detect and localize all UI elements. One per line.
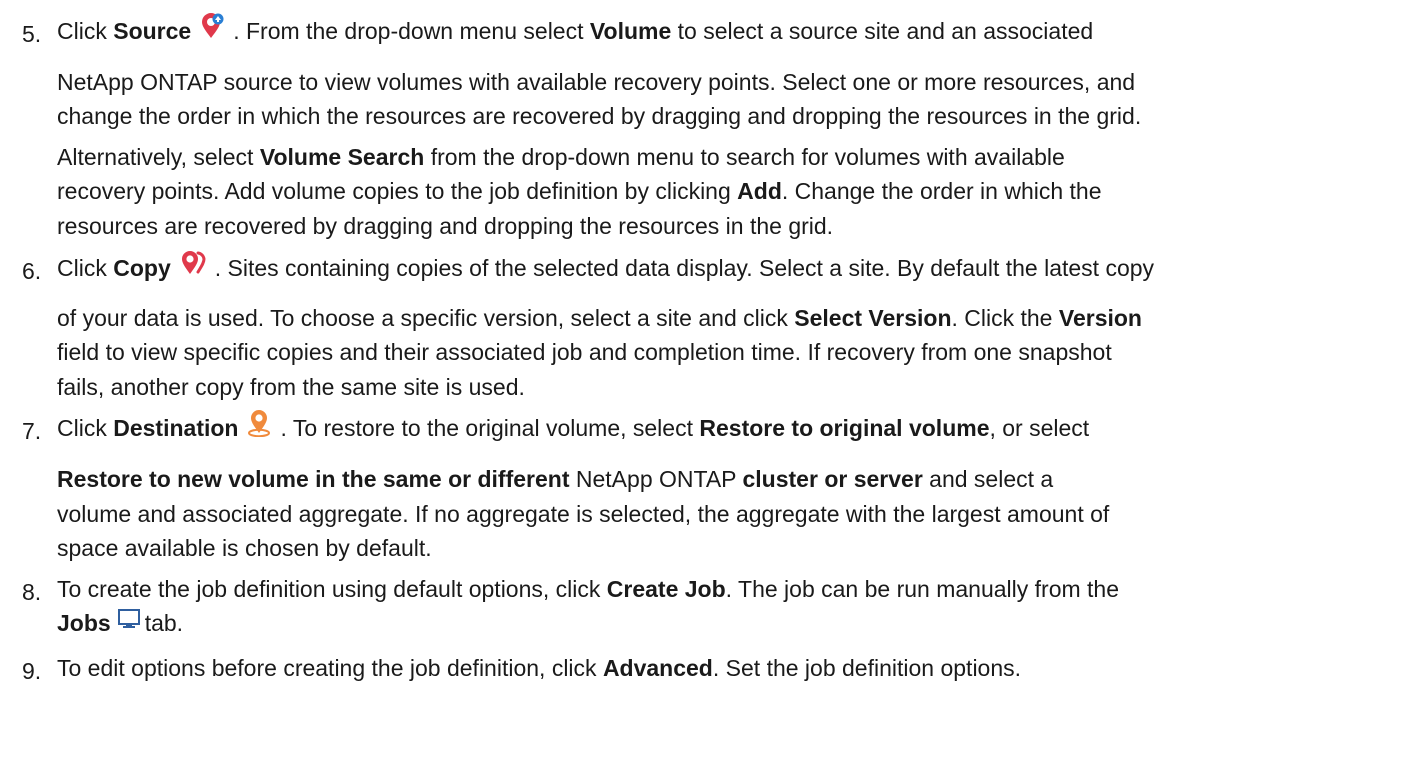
step-number: 6. bbox=[22, 258, 42, 284]
step-number: 8. bbox=[22, 579, 42, 605]
text-run: . Sites containing copies of the selecte… bbox=[214, 255, 1155, 281]
document: 5. Click Source . From the drop-down menu … bbox=[0, 0, 1401, 781]
text-line: of your data is used. To choose a specif… bbox=[57, 302, 1142, 334]
step-number: 9. bbox=[22, 658, 42, 684]
text-line: Restore to new volume in the same or dif… bbox=[57, 463, 1053, 495]
text-run: resources are recovered by dragging and … bbox=[57, 213, 834, 239]
text-run: . To restore to the original volume, sel… bbox=[280, 415, 700, 442]
text-run: of your data is used. To choose a specif… bbox=[57, 305, 795, 331]
bold-term: Destination bbox=[113, 415, 239, 442]
bold-term: Volume bbox=[589, 18, 672, 44]
text-run: and select a bbox=[922, 466, 1054, 492]
text-run: Alternatively, select bbox=[57, 144, 260, 170]
bold-term: cluster or server bbox=[742, 466, 923, 492]
text-run: To edit options before creating the job … bbox=[57, 655, 603, 681]
text-run: . Click the bbox=[951, 305, 1059, 331]
text-run: . Change the order in which the bbox=[781, 178, 1102, 204]
text-run: recovery points. Add volume copies to th… bbox=[57, 178, 738, 204]
bold-term: Create Job bbox=[606, 576, 726, 602]
text-run: NetApp ONTAP source to view volumes with… bbox=[57, 69, 1136, 95]
text-line: resources are recovered by dragging and … bbox=[57, 210, 833, 242]
text-line: Click Copy . Sites containing copies of t… bbox=[57, 250, 1155, 287]
monitor-icon bbox=[117, 606, 141, 638]
text-run: volume and associated aggregate. If no a… bbox=[57, 501, 1110, 527]
text-run: To create the job definition using defau… bbox=[57, 576, 607, 602]
text-line: To create the job definition using defau… bbox=[57, 573, 1119, 605]
copy-pin-icon bbox=[179, 250, 207, 284]
step-number: 7. bbox=[22, 418, 42, 444]
text-run: fails, another copy from the same site i… bbox=[57, 374, 525, 400]
destination-pin-icon bbox=[246, 409, 272, 445]
bold-term: Advanced bbox=[602, 655, 713, 681]
text-line: Jobs tab. bbox=[57, 607, 183, 641]
text-run: change the order in which the resources … bbox=[57, 103, 1142, 129]
text-line: NetApp ONTAP source to view volumes with… bbox=[57, 66, 1135, 98]
bold-term: Copy bbox=[113, 255, 171, 281]
bold-term: Restore to original volume bbox=[699, 415, 990, 442]
bold-term: Volume Search bbox=[259, 144, 425, 170]
text-line: field to view specific copies and their … bbox=[57, 336, 1112, 368]
text-line: recovery points. Add volume copies to th… bbox=[57, 175, 1102, 207]
source-pin-icon bbox=[199, 12, 225, 47]
text-run: tab. bbox=[144, 610, 184, 636]
bold-term: Version bbox=[1058, 305, 1142, 331]
text-run: space available is chosen by default. bbox=[57, 535, 432, 561]
bold-term: Add bbox=[737, 178, 782, 204]
text-run: from the drop-down menu to search for vo… bbox=[424, 144, 1065, 170]
text-run: to select a source site and an associate… bbox=[671, 18, 1094, 44]
bold-term: Select Version bbox=[794, 305, 952, 331]
text-line: fails, another copy from the same site i… bbox=[57, 371, 525, 403]
bold-term: Restore to new volume in the same or dif… bbox=[57, 466, 570, 492]
bold-term: Jobs bbox=[57, 610, 111, 636]
text-run: . From the drop-down menu select bbox=[233, 18, 590, 44]
text-run: NetApp ONTAP bbox=[569, 466, 743, 492]
text-line: To edit options before creating the job … bbox=[57, 652, 1021, 684]
text-line: volume and associated aggregate. If no a… bbox=[57, 498, 1109, 530]
text-run: , or select bbox=[989, 415, 1090, 442]
text-run: . The job can be run manually from the bbox=[725, 576, 1120, 602]
text-line: Alternatively, select Volume Search from… bbox=[57, 141, 1065, 173]
text-line: Click Destination . To restore to the ori… bbox=[57, 409, 1090, 448]
bold-term: Source bbox=[113, 18, 192, 44]
text-line: change the order in which the resources … bbox=[57, 100, 1141, 132]
step-number: 5. bbox=[22, 21, 42, 47]
text-run: Click bbox=[57, 415, 114, 442]
text-run: Click bbox=[57, 18, 114, 44]
text-line: space available is chosen by default. bbox=[57, 532, 432, 564]
text-run: field to view specific copies and their … bbox=[57, 339, 1112, 365]
text-run: Click bbox=[57, 255, 114, 281]
text-run: . Set the job definition options. bbox=[712, 655, 1022, 681]
text-line: Click Source . From the drop-down menu se… bbox=[57, 12, 1094, 50]
